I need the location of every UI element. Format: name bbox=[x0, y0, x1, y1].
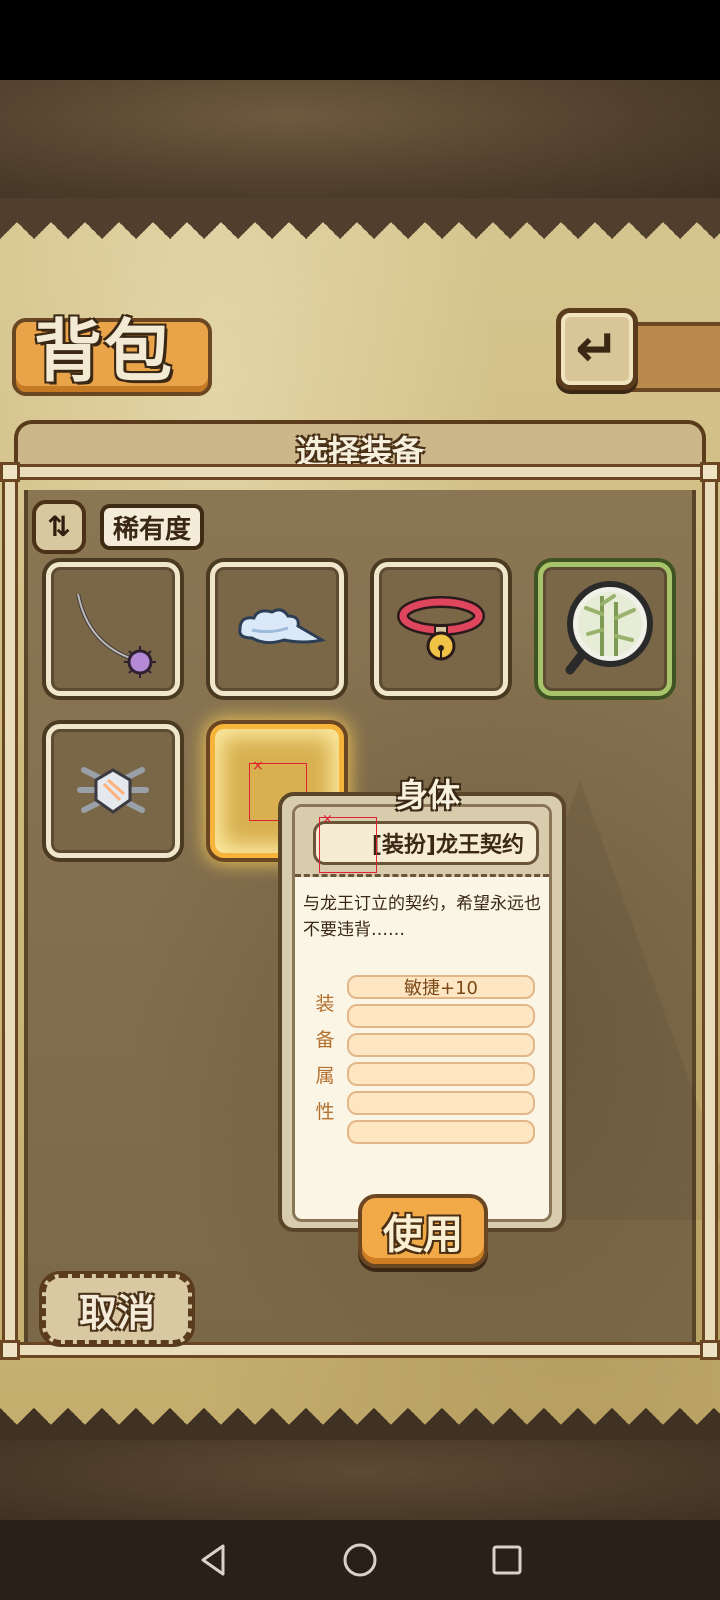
attribute-row bbox=[347, 1120, 535, 1144]
square-recents-icon bbox=[492, 1545, 522, 1575]
sort-toggle-button[interactable]: ⇅ bbox=[32, 500, 86, 554]
return-arrow-icon: ↵ bbox=[575, 319, 619, 379]
attr-header-char: 装 bbox=[315, 993, 335, 1015]
slot-type-label: 身体 bbox=[395, 776, 460, 814]
frame-corner bbox=[700, 462, 720, 482]
inventory-slot-rare[interactable] bbox=[538, 562, 672, 696]
attribute-row: 敏捷+10 bbox=[347, 975, 535, 999]
frame-corner bbox=[700, 1340, 720, 1360]
item-name: [装扮]龙王契约 bbox=[371, 833, 524, 858]
bell-collar-icon bbox=[397, 596, 485, 661]
inventory-slot[interactable] bbox=[46, 562, 180, 696]
use-label: 使用 bbox=[383, 1211, 463, 1258]
attribute-row bbox=[347, 1033, 535, 1057]
frame-corner bbox=[0, 1340, 20, 1360]
silver-gem-icon bbox=[77, 767, 149, 814]
map-background-top bbox=[0, 80, 720, 200]
rarity-label: 稀有度 bbox=[112, 514, 191, 545]
map-background-bottom bbox=[0, 1440, 720, 1520]
popup-header: [装扮]龙王契约 bbox=[295, 807, 549, 877]
attr-header-char: 属 bbox=[315, 1065, 335, 1087]
item-detail-popup: [装扮]龙王契约 与龙王订立的契约，希望永远也不要违背…… 装 备 属 性 敏捷… bbox=[278, 792, 566, 1232]
cancel-button[interactable]: 取消 bbox=[42, 1274, 192, 1344]
inventory-slot[interactable] bbox=[210, 562, 344, 696]
rarity-sort-button[interactable]: 稀有度 bbox=[100, 504, 204, 550]
attribute-row bbox=[347, 1004, 535, 1028]
whip-icon bbox=[76, 593, 156, 678]
use-button[interactable]: 使用 bbox=[358, 1194, 488, 1268]
item-description: 与龙王订立的契约，希望永远也不要违背…… bbox=[303, 894, 541, 940]
system-nav-bar bbox=[0, 1520, 720, 1600]
attr-header-char: 性 bbox=[315, 1101, 335, 1123]
missing-image-icon bbox=[319, 812, 377, 873]
circle-home-icon bbox=[343, 1543, 377, 1577]
cloud-scarf-icon bbox=[238, 608, 327, 645]
status-bar bbox=[0, 0, 720, 80]
frame-rail-left bbox=[2, 470, 18, 1350]
nav-back-button[interactable] bbox=[183, 1530, 243, 1590]
popup-card: [装扮]龙王契约 与龙王订立的契约，希望永远也不要违背…… 装 备 属 性 敏捷… bbox=[292, 804, 552, 1222]
triangle-back-icon bbox=[201, 1544, 225, 1576]
torn-edge-top bbox=[0, 198, 720, 246]
nav-recents-button[interactable] bbox=[477, 1530, 537, 1590]
inventory-slot[interactable] bbox=[374, 562, 508, 696]
attr-header-char: 备 bbox=[315, 1029, 335, 1051]
frame-corner bbox=[0, 462, 20, 482]
attribute-row bbox=[347, 1062, 535, 1086]
frame-rail-bottom bbox=[8, 1342, 712, 1358]
inventory-slot[interactable] bbox=[46, 724, 180, 858]
nav-home-button[interactable] bbox=[330, 1530, 390, 1590]
attribute-row bbox=[347, 1091, 535, 1115]
cancel-label: 取消 bbox=[78, 1289, 155, 1335]
frame-rail-top bbox=[8, 464, 712, 480]
back-button[interactable]: ↵ bbox=[556, 308, 638, 390]
frame-rail-right bbox=[702, 470, 718, 1350]
torn-edge-bottom bbox=[0, 1405, 720, 1445]
page-title: 背包 bbox=[34, 312, 175, 392]
bamboo-mirror-icon bbox=[565, 581, 653, 675]
sort-icon: ⇅ bbox=[47, 510, 71, 543]
